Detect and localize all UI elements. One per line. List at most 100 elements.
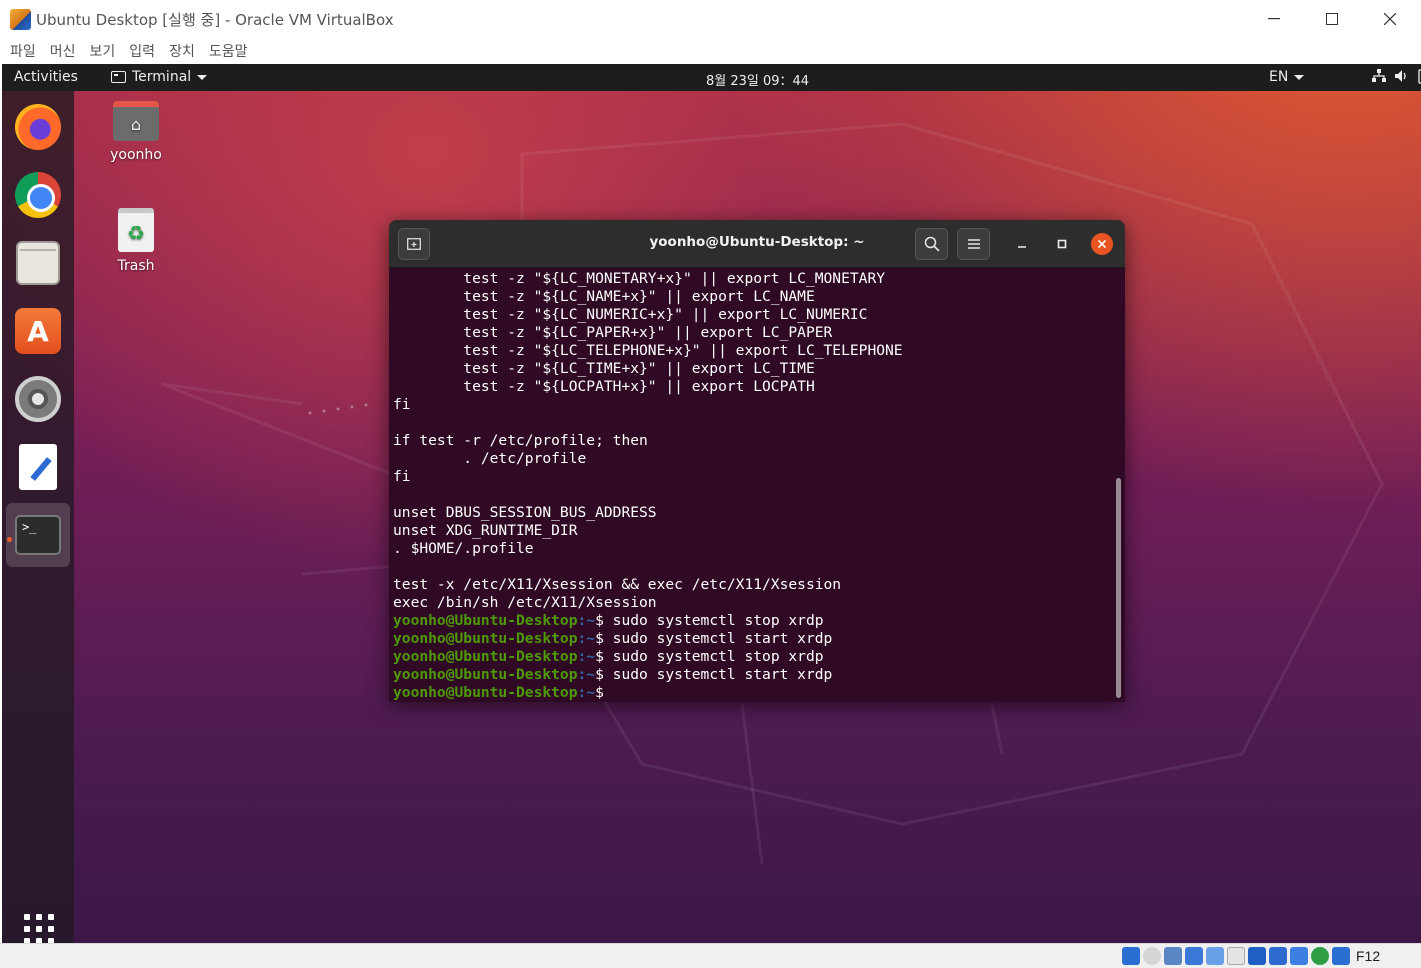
terminal-output-line: exec /bin/sh /etc/X11/Xsession xyxy=(393,594,657,611)
prompt-path: :~ xyxy=(577,666,596,683)
terminal-window[interactable]: yoonho@Ubuntu-Desktop: ~ test -z "${LC_M… xyxy=(389,220,1125,702)
display-icon[interactable] xyxy=(1248,947,1266,965)
trash-icon: ♻ xyxy=(118,208,154,252)
mouse-integration-icon[interactable] xyxy=(1311,947,1329,965)
language-label: EN xyxy=(1269,69,1289,85)
chevron-down-icon xyxy=(197,74,208,80)
hamburger-menu-button[interactable] xyxy=(957,228,990,260)
show-applications-icon[interactable] xyxy=(24,914,54,943)
software-store-icon: A xyxy=(15,308,61,354)
terminal-output-line: test -z "${LC_NUMERIC+x}" || export LC_N… xyxy=(393,306,868,323)
menu-devices[interactable]: 장치 xyxy=(169,41,195,61)
terminal-output-line: . $HOME/.profile xyxy=(393,540,534,557)
prompt-path: :~ xyxy=(577,684,596,700)
maximize-icon xyxy=(1057,239,1067,249)
desktop-icon-label: Trash xyxy=(117,258,155,274)
prompt-user: yoonho@Ubuntu-Desktop xyxy=(393,648,578,665)
command-text: sudo systemctl start xrdp xyxy=(603,666,833,683)
terminal-output-line: test -z "${LC_TIME+x}" || export LC_TIME xyxy=(393,360,815,377)
dock-settings[interactable] xyxy=(6,367,70,431)
desktop-icon-trash[interactable]: ♻ Trash xyxy=(101,208,171,274)
host-window-title: Ubuntu Desktop [실행 중] - Oracle VM Virtua… xyxy=(36,11,394,29)
network-icon xyxy=(1372,68,1386,84)
app-menu-button[interactable]: Terminal xyxy=(111,69,208,85)
prompt-symbol: $ xyxy=(595,684,604,700)
desktop-icon-label: yoonho xyxy=(110,147,162,163)
network-adapter-icon[interactable] xyxy=(1185,947,1203,965)
terminal-small-icon xyxy=(111,71,126,83)
terminal-prompt-line: yoonho@Ubuntu-Desktop:~$ sudo systemctl … xyxy=(393,666,1111,684)
text-editor-icon xyxy=(19,444,57,490)
search-button[interactable] xyxy=(915,228,948,260)
menu-machine[interactable]: 머신 xyxy=(50,41,76,61)
dock-software-store[interactable]: A xyxy=(6,299,70,363)
gnome-top-bar: Activities Terminal 8월 23일 09：44 EN xyxy=(2,64,1421,91)
dock-files[interactable] xyxy=(6,231,70,295)
dock-text-editor[interactable] xyxy=(6,435,70,499)
hard-disk-icon[interactable] xyxy=(1122,947,1140,965)
host-statusbar: F12 xyxy=(0,943,1421,968)
firefox-icon xyxy=(15,104,61,150)
close-icon xyxy=(1384,13,1396,25)
virtualbox-icon xyxy=(10,9,31,30)
optical-drive-icon[interactable] xyxy=(1143,947,1161,965)
home-folder-icon: ⌂ xyxy=(113,101,159,141)
dock-chrome[interactable] xyxy=(6,163,70,227)
host-maximize-button[interactable] xyxy=(1303,4,1361,34)
host-menubar: 파일 머신 보기 입력 장치 도움말 xyxy=(0,38,1421,64)
terminal-prompt-line: yoonho@Ubuntu-Desktop:~$ sudo systemctl … xyxy=(393,630,1111,648)
terminal-output-line: fi xyxy=(393,396,411,413)
audio-icon[interactable] xyxy=(1164,947,1182,965)
close-icon xyxy=(1097,239,1107,249)
store-glyph: A xyxy=(27,314,49,348)
input-language-button[interactable]: EN xyxy=(1269,69,1305,85)
host-close-button[interactable] xyxy=(1361,4,1419,34)
menu-view[interactable]: 보기 xyxy=(90,41,116,61)
menu-file[interactable]: 파일 xyxy=(10,41,36,61)
prompt-user: yoonho@Ubuntu-Desktop xyxy=(393,666,578,683)
terminal-output[interactable]: test -z "${LC_MONETARY+x}" || export LC_… xyxy=(393,270,1111,700)
virtualization-icon[interactable] xyxy=(1290,947,1308,965)
video-capture-icon[interactable] xyxy=(1269,947,1287,965)
terminal-close-button[interactable] xyxy=(1091,233,1113,255)
hamburger-menu-icon xyxy=(967,239,980,249)
terminal-minimize-button[interactable] xyxy=(1011,233,1033,255)
terminal-prompt-line: yoonho@Ubuntu-Desktop:~$ sudo systemctl … xyxy=(393,612,1111,630)
activities-button[interactable]: Activities xyxy=(14,69,78,85)
terminal-output-line: test -z "${LC_NAME+x}" || export LC_NAME xyxy=(393,288,815,305)
prompt-symbol: $ xyxy=(595,666,604,683)
terminal-scrollbar[interactable] xyxy=(1116,478,1121,698)
host-key-arrow-icon[interactable] xyxy=(1332,947,1350,965)
terminal-header-bar[interactable]: yoonho@Ubuntu-Desktop: ~ xyxy=(389,220,1125,268)
desktop-icon-home[interactable]: ⌂ yoonho xyxy=(101,101,171,163)
prompt-symbol: $ xyxy=(595,612,604,629)
menu-input[interactable]: 입력 xyxy=(129,41,155,61)
system-tray[interactable] xyxy=(1372,68,1421,84)
statusbar-icons: F12 xyxy=(1122,947,1380,965)
command-text: sudo systemctl start xrdp xyxy=(603,630,833,647)
shared-folders-icon[interactable] xyxy=(1227,947,1245,965)
terminal-output-line: test -z "${LOCPATH+x}" || export LOCPATH xyxy=(393,378,815,395)
terminal-output-line: unset DBUS_SESSION_BUS_ADDRESS xyxy=(393,504,657,521)
usb-icon[interactable] xyxy=(1206,947,1224,965)
menu-help[interactable]: 도움말 xyxy=(209,41,248,61)
prompt-path: :~ xyxy=(577,612,596,629)
dock-firefox[interactable] xyxy=(6,95,70,159)
running-indicator xyxy=(7,537,12,542)
prompt-symbol: $ xyxy=(595,648,604,665)
host-minimize-button[interactable] xyxy=(1245,4,1303,34)
terminal-output-line: unset XDG_RUNTIME_DIR xyxy=(393,522,578,539)
guest-screen: Activities Terminal 8월 23일 09：44 EN A >_… xyxy=(2,64,1421,943)
chrome-icon xyxy=(15,172,61,218)
dock-terminal[interactable]: >_ xyxy=(6,503,70,567)
prompt-symbol: $ xyxy=(595,630,604,647)
command-text: sudo systemctl stop xrdp xyxy=(603,612,824,629)
app-menu-label: Terminal xyxy=(132,69,192,85)
prompt-user: yoonho@Ubuntu-Desktop xyxy=(393,630,578,647)
terminal-output-line: fi xyxy=(393,468,411,485)
clock[interactable]: 8월 23일 09：44 xyxy=(706,70,809,89)
terminal-maximize-button[interactable] xyxy=(1051,233,1073,255)
